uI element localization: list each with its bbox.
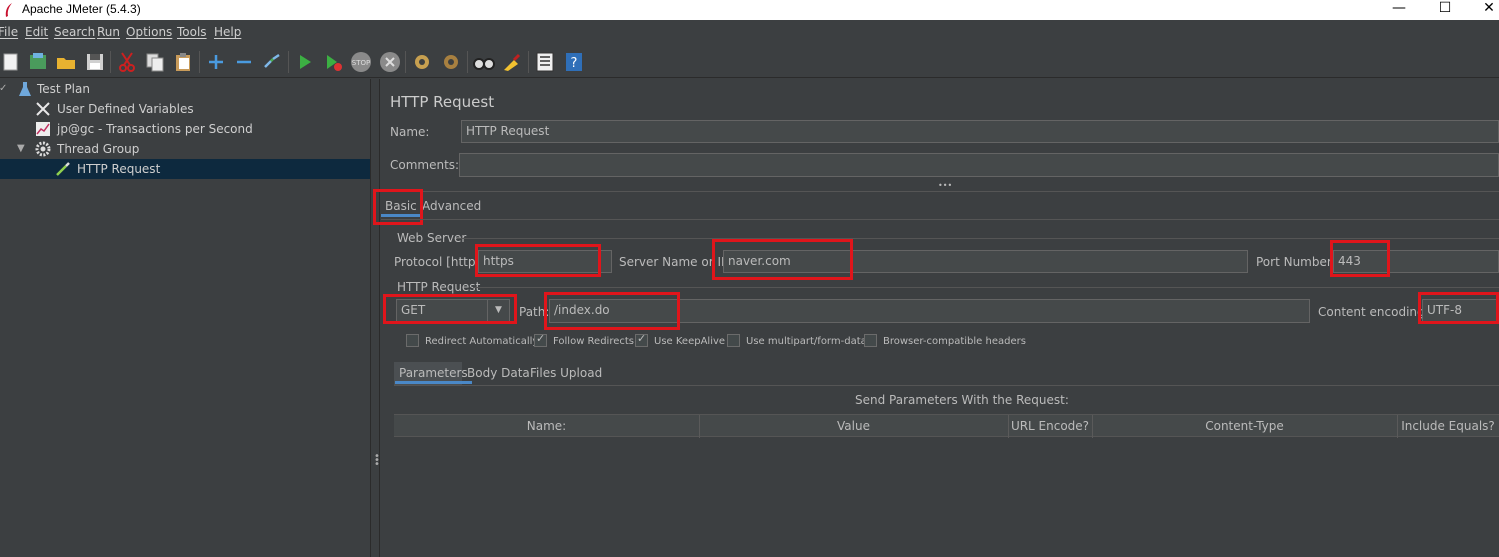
- tab-parameters[interactable]: Parameters: [395, 366, 472, 384]
- tree-item-thread-group[interactable]: ▼ Thread Group: [0, 139, 370, 159]
- highlight-box: [383, 294, 517, 324]
- expand-all-icon[interactable]: [205, 51, 227, 73]
- new-icon[interactable]: [0, 51, 22, 73]
- redirect-automatically-checkbox[interactable]: [406, 334, 419, 347]
- highlight-box: [544, 292, 680, 330]
- use-keepalive-label: Use KeepAlive: [654, 336, 726, 347]
- paste-icon[interactable]: [172, 51, 194, 73]
- use-keepalive-checkbox[interactable]: [635, 332, 648, 347]
- highlight-box: [1330, 240, 1390, 277]
- highlight-box: [475, 244, 601, 277]
- save-icon[interactable]: [84, 51, 106, 73]
- chevron-down-icon[interactable]: ▼: [17, 143, 25, 154]
- gear-icon: [35, 141, 51, 157]
- search-binoculars-icon[interactable]: [473, 51, 495, 73]
- pipette-icon: [56, 162, 70, 176]
- menu-tools[interactable]: Tools: [177, 25, 207, 39]
- menu-search[interactable]: Search: [54, 25, 95, 39]
- tree-item-user-defined-variables[interactable]: User Defined Variables: [0, 99, 370, 119]
- tree-item-http-request[interactable]: HTTP Request: [0, 159, 370, 179]
- window-title: Apache JMeter (5.4.3): [22, 2, 141, 16]
- clear-all-icon[interactable]: [440, 51, 462, 73]
- browser-compatible-headers-checkbox[interactable]: [864, 334, 877, 347]
- menu-file[interactable]: File: [0, 25, 18, 39]
- panel-splitter[interactable]: • • •: [370, 79, 380, 557]
- function-helper-icon[interactable]: [534, 51, 556, 73]
- toolbar: STOP ?: [0, 46, 1499, 78]
- menu-help[interactable]: Help: [214, 25, 241, 39]
- content-encoding-label: Content encoding:: [1318, 305, 1429, 319]
- help-icon[interactable]: ?: [563, 51, 585, 73]
- jmeter-feather-icon: [5, 3, 12, 17]
- start-no-pauses-icon[interactable]: [322, 51, 344, 73]
- redirect-automatically-label: Redirect Automatically: [425, 336, 539, 347]
- svg-text:?: ?: [571, 56, 578, 71]
- name-input[interactable]: HTTP Request: [461, 120, 1499, 143]
- tree-item-transactions-per-second[interactable]: jp@gc - Transactions per Second: [0, 119, 370, 139]
- shutdown-icon[interactable]: [379, 51, 401, 73]
- tree-item-test-plan[interactable]: ✓ Test Plan: [0, 79, 370, 99]
- flask-icon: [19, 82, 31, 96]
- open-icon[interactable]: [55, 51, 77, 73]
- maximize-button[interactable]: ☐: [1422, 0, 1468, 20]
- graph-icon: [36, 122, 50, 136]
- collapse-all-icon[interactable]: [233, 51, 255, 73]
- test-plan-tree: ✓ Test Plan User Defined Variables jp@gc…: [0, 79, 370, 557]
- panel-title: HTTP Request: [390, 93, 495, 111]
- toggle-icon[interactable]: [261, 51, 283, 73]
- parameters-caption: Send Parameters With the Request:: [855, 393, 1069, 407]
- tab-files-upload[interactable]: Files Upload: [530, 366, 602, 380]
- svg-text:STOP: STOP: [352, 59, 370, 67]
- templates-icon[interactable]: [27, 51, 49, 73]
- collapse-handle-icon[interactable]: •••: [938, 181, 952, 190]
- title-bar: Apache JMeter (5.4.3) — ☐ ✕: [0, 0, 1499, 20]
- highlight-box: [1418, 292, 1499, 324]
- port-number-label: Port Number:: [1256, 255, 1336, 269]
- column-content-type[interactable]: Content-Type: [1092, 419, 1397, 433]
- close-button[interactable]: ✕: [1466, 0, 1499, 20]
- http-request-panel: HTTP Request Name: HTTP Request Comments…: [373, 79, 1499, 557]
- copy-icon[interactable]: [144, 51, 166, 73]
- tab-body-data[interactable]: Body Data: [467, 366, 530, 380]
- use-multipart-label: Use multipart/form-data: [746, 336, 867, 347]
- follow-redirects-checkbox[interactable]: [534, 332, 547, 347]
- highlight-box: [712, 239, 853, 280]
- comments-input[interactable]: [459, 153, 1499, 177]
- menu-edit[interactable]: Edit: [25, 25, 48, 39]
- splitter-grip-icon[interactable]: • • •: [374, 452, 380, 470]
- minimize-button[interactable]: —: [1376, 0, 1422, 20]
- cut-icon[interactable]: [116, 51, 138, 73]
- parameters-table-header: Name: Value URL Encode? Content-Type Inc…: [394, 414, 1499, 438]
- use-multipart-checkbox[interactable]: [727, 334, 740, 347]
- chevron-down-icon[interactable]: ✓: [0, 83, 7, 94]
- browser-compatible-headers-label: Browser-compatible headers: [883, 336, 1026, 347]
- wrench-icon: [36, 102, 50, 116]
- menu-options[interactable]: Options: [126, 25, 172, 39]
- tree-item-label: jp@gc - Transactions per Second: [57, 122, 253, 136]
- column-include-equals[interactable]: Include Equals?: [1397, 419, 1499, 433]
- menu-bar: File Edit Search Run Options Tools Help: [0, 22, 1499, 44]
- menu-run[interactable]: Run: [97, 25, 120, 39]
- column-name[interactable]: Name:: [394, 419, 699, 433]
- tab-advanced[interactable]: Advanced: [422, 199, 481, 213]
- reset-search-icon[interactable]: [501, 51, 523, 73]
- column-value[interactable]: Value: [699, 419, 1008, 433]
- stop-icon[interactable]: STOP: [350, 51, 372, 73]
- protocol-label: Protocol [http]:: [394, 255, 485, 269]
- comments-label: Comments:: [390, 158, 460, 172]
- http-request-section-label: HTTP Request: [397, 280, 481, 294]
- tree-item-label: User Defined Variables: [57, 102, 194, 116]
- follow-redirects-label: Follow Redirects: [553, 336, 634, 347]
- tree-item-label: Test Plan: [37, 82, 90, 96]
- tree-item-label: HTTP Request: [77, 162, 161, 176]
- column-url-encode[interactable]: URL Encode?: [1008, 419, 1092, 433]
- start-icon[interactable]: [294, 51, 316, 73]
- clear-icon[interactable]: [411, 51, 433, 73]
- tree-item-label: Thread Group: [57, 142, 140, 156]
- name-label: Name:: [390, 125, 430, 139]
- web-server-section-label: Web Server: [397, 231, 467, 245]
